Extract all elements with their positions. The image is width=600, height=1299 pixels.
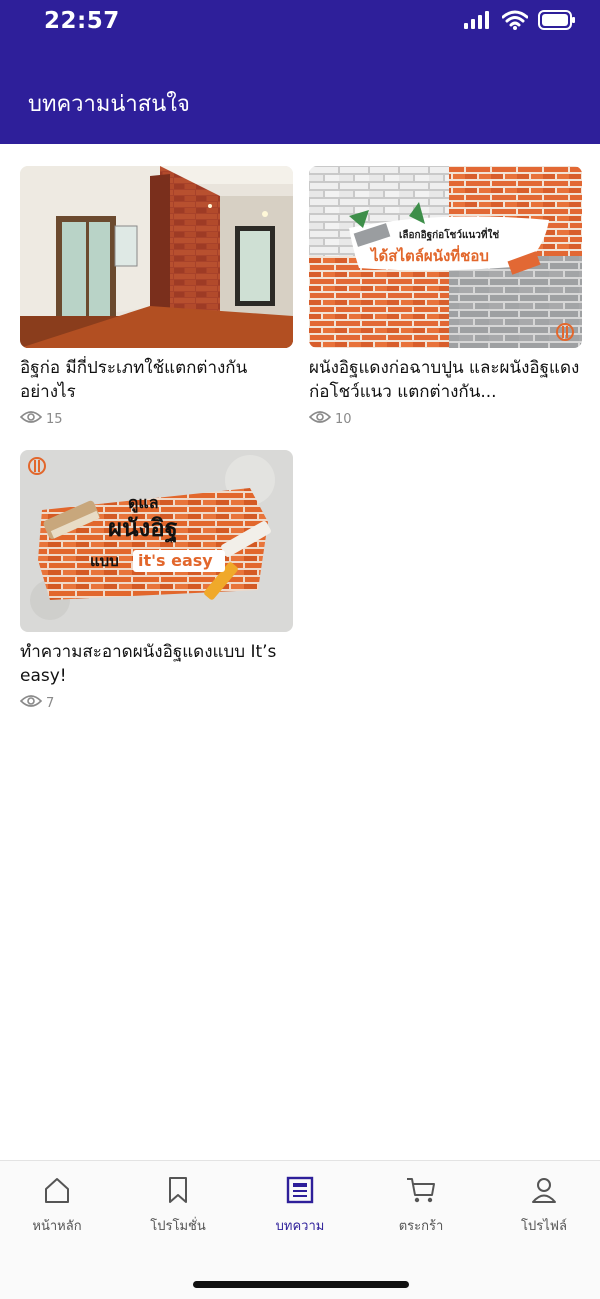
view-count: 7 <box>19 694 293 712</box>
article-thumbnail-wall-cleaning[interactable]: ดูแล ผนังอิฐ แบบ it's easy <box>20 450 293 632</box>
article-card[interactable]: เลือกอิฐก่อโชว์แนวที่ใช่ ได้สไตล์ผนังที่… <box>308 166 582 428</box>
eye-icon <box>19 694 43 712</box>
tab-label: โปรไฟล์ <box>521 1219 567 1234</box>
article-card[interactable]: ดูแล ผนังอิฐ แบบ it's easy ทำความสะอาดผน… <box>19 450 293 712</box>
eye-icon <box>19 410 43 428</box>
view-count-value: 7 <box>46 695 55 711</box>
thumbnail-caption-line1: เลือกอิฐก่อโชว์แนวที่ใช่ <box>399 227 499 241</box>
tab-home[interactable]: หน้าหลัก <box>0 1175 117 1236</box>
tab-label: โปรโมชั่น <box>150 1219 206 1234</box>
article-card[interactable]: อิฐก่อ มีกี่ประเภทใช้แตกต่างกันอย่างไร 1… <box>19 166 293 428</box>
status-icons <box>464 10 576 34</box>
app-header: 22:57 บทความน่าสนใจ <box>0 0 600 144</box>
article-thumbnail-brick-wall[interactable]: เลือกอิฐก่อโชว์แนวที่ใช่ ได้สไตล์ผนังที่… <box>309 166 582 348</box>
page-title: บทความน่าสนใจ <box>28 92 190 117</box>
article-title[interactable]: ทำความสะอาดผนังอิฐแดงแบบ It’s easy! <box>20 640 293 688</box>
cart-icon <box>405 1175 437 1209</box>
signal-icon <box>464 11 492 33</box>
wifi-icon <box>501 10 529 34</box>
status-time: 22:57 <box>44 8 120 34</box>
bottom-tab-bar: หน้าหลัก โปรโมชั่น บทความ ตระกร้า โปรไฟล… <box>0 1160 600 1299</box>
tab-cart[interactable]: ตระกร้า <box>361 1175 481 1236</box>
profile-icon <box>529 1175 559 1209</box>
tab-label: หน้าหลัก <box>32 1219 82 1234</box>
view-count: 10 <box>308 410 582 428</box>
thumbnail-caption-line1: ดูแล <box>128 493 159 514</box>
article-title[interactable]: ผนังอิฐแดงก่อฉาบปูน และผนังอิฐแดงก่อโชว์… <box>309 356 582 404</box>
article-thumbnail-hallway[interactable] <box>20 166 293 348</box>
article-icon <box>285 1175 315 1209</box>
bookmark-icon <box>163 1175 193 1209</box>
view-count: 15 <box>19 410 293 428</box>
tab-profile[interactable]: โปรไฟล์ <box>484 1175 600 1236</box>
article-title[interactable]: อิฐก่อ มีกี่ประเภทใช้แตกต่างกันอย่างไร <box>20 356 293 404</box>
thumbnail-caption-line3b: it's easy <box>138 551 213 570</box>
home-indicator <box>193 1281 409 1288</box>
home-icon <box>42 1175 72 1209</box>
thumbnail-caption-line2: ได้สไตล์ผนังที่ชอบ <box>369 245 489 265</box>
thumbnail-caption-line2: ผนังอิฐ <box>108 514 178 544</box>
eye-icon <box>308 410 332 428</box>
tab-label: ตระกร้า <box>398 1219 444 1234</box>
view-count-value: 10 <box>335 411 352 427</box>
battery-icon <box>538 10 576 34</box>
view-count-value: 15 <box>46 411 63 427</box>
thumbnail-caption-line3a: แบบ <box>90 552 119 570</box>
tab-promotions[interactable]: โปรโมชั่น <box>118 1175 238 1236</box>
tab-articles[interactable]: บทความ <box>240 1175 360 1236</box>
tab-label: บทความ <box>275 1219 325 1234</box>
